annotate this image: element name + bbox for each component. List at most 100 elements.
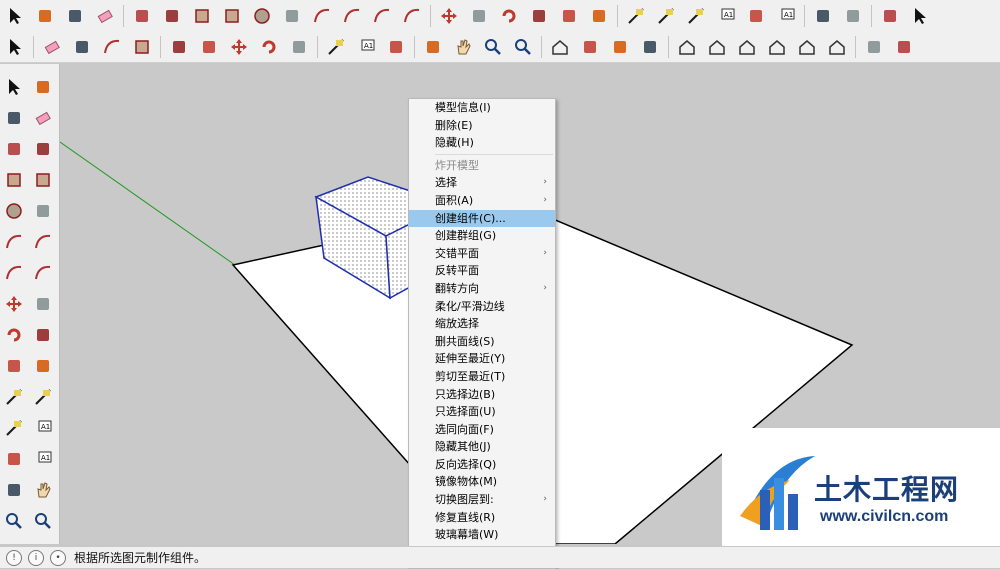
left-view-icon[interactable] (826, 36, 848, 58)
context-menu-item[interactable]: 选同向面(F) (409, 421, 555, 439)
make-component-icon[interactable] (34, 5, 56, 27)
rectangle-icon[interactable] (131, 36, 153, 58)
move-icon[interactable] (228, 36, 250, 58)
select-small-icon[interactable] (909, 5, 931, 27)
push-pull-icon[interactable] (168, 36, 190, 58)
protractor-icon[interactable] (685, 5, 707, 27)
context-menu-item[interactable]: 反向选择(Q) (409, 456, 555, 474)
text-icon[interactable]: A1 (715, 5, 737, 27)
front-view-icon[interactable] (736, 36, 758, 58)
pan-icon[interactable] (32, 479, 54, 501)
select-icon[interactable] (4, 36, 26, 58)
circle-icon[interactable] (251, 5, 273, 27)
two-point-arc-icon[interactable] (341, 5, 363, 27)
pencil-icon[interactable] (131, 5, 153, 27)
warning-icon[interactable]: ! (6, 549, 22, 566)
orbit-icon[interactable] (3, 479, 25, 501)
axes-icon[interactable] (3, 448, 25, 470)
push-pull-icon[interactable] (32, 293, 54, 315)
pie-icon[interactable] (32, 262, 54, 284)
iso-view-icon[interactable] (676, 36, 698, 58)
section-plane-icon[interactable] (812, 5, 834, 27)
rotated-rectangle-icon[interactable] (221, 5, 243, 27)
follow-me-icon[interactable] (528, 5, 550, 27)
context-menu-item[interactable]: 只选择面(U) (409, 403, 555, 421)
tape-measure-icon[interactable] (3, 386, 25, 408)
section-fill-icon[interactable] (842, 5, 864, 27)
context-menu-item[interactable]: 柔化/平滑边线 (409, 298, 555, 316)
polygon-icon[interactable] (32, 200, 54, 222)
context-menu-item[interactable]: 缩放选择 (409, 315, 555, 333)
context-menu-item[interactable]: 隐藏(H) (409, 134, 555, 152)
axes-icon[interactable] (745, 5, 767, 27)
polygon-icon[interactable] (281, 5, 303, 27)
three-point-arc-icon[interactable] (3, 262, 25, 284)
scale-icon[interactable] (288, 36, 310, 58)
context-menu-item[interactable]: 删除(E) (409, 117, 555, 135)
context-menu-item[interactable]: 翻转方向 › (409, 280, 555, 298)
context-menu-item[interactable]: 延伸至最近(Y) (409, 350, 555, 368)
context-menu-item[interactable]: 创建组件(C)... (409, 209, 555, 228)
info-icon[interactable]: i (28, 549, 44, 566)
arc-icon[interactable] (311, 5, 333, 27)
context-menu-item[interactable]: 修复直线(R) (409, 509, 555, 527)
zoom-window-icon[interactable] (32, 510, 54, 532)
zoom-icon[interactable] (3, 510, 25, 532)
freehand-icon[interactable] (161, 5, 183, 27)
ruby-icon[interactable] (639, 36, 661, 58)
rectangle-icon[interactable] (3, 169, 25, 191)
two-point-arc-icon[interactable] (32, 231, 54, 253)
rotate-icon[interactable] (3, 324, 25, 346)
back-edges-icon[interactable] (893, 36, 915, 58)
arc-icon[interactable] (101, 36, 123, 58)
text-icon[interactable]: A1 (355, 36, 377, 58)
context-menu-item[interactable]: 只选择边(B) (409, 386, 555, 404)
follow-me-icon[interactable] (198, 36, 220, 58)
three-point-arc-icon[interactable] (371, 5, 393, 27)
eraser-icon[interactable] (41, 36, 63, 58)
push-pull-icon[interactable] (468, 5, 490, 27)
context-menu-item[interactable]: 切换图层到: › (409, 491, 555, 509)
select-icon[interactable] (3, 76, 25, 98)
pie-icon[interactable] (401, 5, 423, 27)
offset-icon[interactable] (588, 5, 610, 27)
paint-bucket-icon[interactable] (64, 5, 86, 27)
xray-icon[interactable] (863, 36, 885, 58)
paint-bucket-icon[interactable] (3, 107, 25, 129)
context-menu-item[interactable]: 剪切至最近(T) (409, 368, 555, 386)
context-menu-item[interactable]: 镜像物体(M) (409, 473, 555, 491)
context-menu-item[interactable]: 删共面线(S) (409, 333, 555, 351)
3d-text-icon[interactable]: A1 (775, 5, 797, 27)
rotated-rectangle-icon[interactable] (32, 169, 54, 191)
rectangle-icon[interactable] (191, 5, 213, 27)
move-icon[interactable] (438, 5, 460, 27)
arc-icon[interactable] (3, 231, 25, 253)
context-menu-item[interactable]: 创建群组(G) (409, 227, 555, 245)
follow-me-icon[interactable] (32, 324, 54, 346)
move-icon[interactable] (3, 293, 25, 315)
orbit-icon[interactable] (879, 5, 901, 27)
warehouse-icon[interactable] (549, 36, 571, 58)
paint-bucket-icon[interactable] (385, 36, 407, 58)
pencil-icon[interactable] (3, 138, 25, 160)
dimension-icon[interactable] (32, 386, 54, 408)
zoom-icon[interactable] (482, 36, 504, 58)
context-menu-item[interactable]: 模型信息(I) (409, 99, 555, 117)
user-icon[interactable]: • (50, 549, 66, 566)
scale-icon[interactable] (558, 5, 580, 27)
select-icon[interactable] (4, 5, 26, 27)
context-menu-item[interactable]: 交错平面 › (409, 245, 555, 263)
3d-text-icon[interactable]: A1 (32, 448, 54, 470)
context-menu-item[interactable]: 玻璃幕墙(W) (409, 526, 555, 544)
right-view-icon[interactable] (766, 36, 788, 58)
freehand-icon[interactable] (32, 138, 54, 160)
back-view-icon[interactable] (796, 36, 818, 58)
offset-icon[interactable] (32, 355, 54, 377)
circle-icon[interactable] (3, 200, 25, 222)
make-component-icon[interactable] (32, 76, 54, 98)
tape-measure-icon[interactable] (325, 36, 347, 58)
context-menu-item[interactable]: 选择 › (409, 174, 555, 192)
top-view-icon[interactable] (706, 36, 728, 58)
tape-measure-icon[interactable] (625, 5, 647, 27)
dimension-icon[interactable] (655, 5, 677, 27)
